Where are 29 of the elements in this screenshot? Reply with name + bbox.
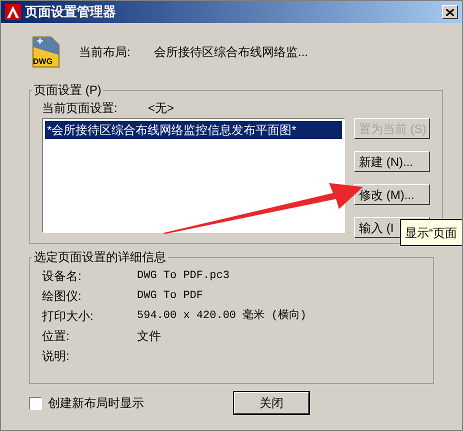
dwg-file-icon <box>31 35 61 69</box>
dialog-button[interactable]: 新建 (N)... <box>354 151 430 172</box>
dialog-button[interactable]: 修改 (M)... <box>354 184 430 205</box>
group-title: 页面设置 (P) <box>33 82 102 99</box>
checkbox-label: 创建新布局时显示 <box>48 395 144 412</box>
file-type-label: DWG <box>33 58 54 66</box>
current-layout-label: 当前布局: <box>79 44 132 61</box>
list-item[interactable]: *会所接待区综合布线网络监控信息发布平面图* <box>45 121 342 139</box>
current-layout-value: 会所接待区综合布线网络监... <box>154 44 308 61</box>
close-button[interactable] <box>442 5 458 19</box>
detail-value: DWG To PDF <box>137 288 204 304</box>
close-icon <box>446 8 454 16</box>
detail-label: 位置: <box>42 328 70 345</box>
detail-value: DWG To PDF.pc3 <box>137 268 230 284</box>
group-title: 选定页面设置的详细信息 <box>33 249 167 266</box>
window-title: 页面设置管理器 <box>25 3 116 22</box>
detail-label: 绘图仪: <box>42 288 82 305</box>
detail-label: 说明: <box>42 348 70 365</box>
tooltip: 显示“页面 <box>400 219 462 246</box>
checkbox[interactable] <box>29 396 42 410</box>
current-page-setup-value: <无> <box>148 100 174 117</box>
page-setup-list[interactable]: *会所接待区综合布线网络监控信息发布平面图* <box>42 118 345 233</box>
detail-label: 打印大小: <box>42 308 94 325</box>
close-dialog-button[interactable]: 关闭 <box>234 392 309 414</box>
detail-value: 594.00 x 420.00 毫米 (横向) <box>137 308 306 324</box>
current-page-setup-label: 当前页面设置: <box>42 100 118 117</box>
logo-icon <box>5 4 21 20</box>
detail-label: 设备名: <box>42 268 82 285</box>
detail-value: 文件 <box>137 328 161 345</box>
